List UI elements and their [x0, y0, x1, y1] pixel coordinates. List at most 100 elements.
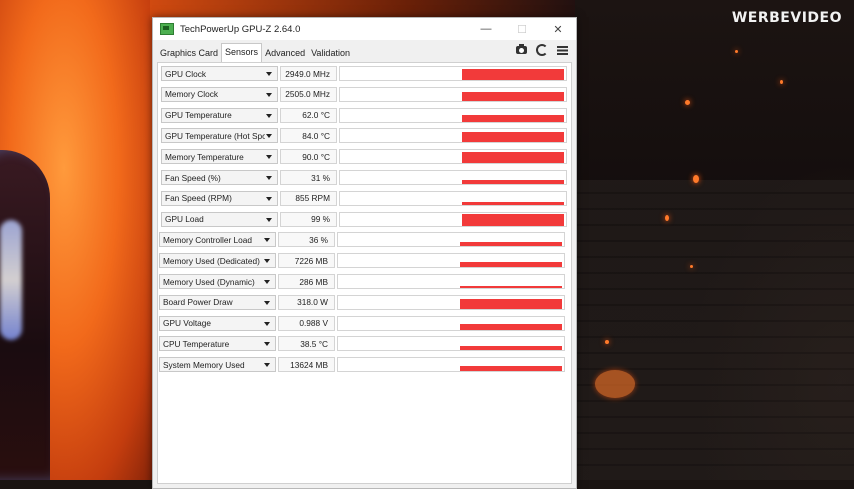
sensor-select[interactable]: GPU Clock: [161, 66, 278, 81]
close-button[interactable]: ✕: [540, 18, 576, 40]
background-left-art: [0, 0, 160, 480]
sensor-graph: [339, 190, 567, 206]
sensor-label: Memory Temperature: [165, 151, 244, 162]
sensor-select[interactable]: System Memory Used: [159, 357, 276, 373]
tab-sensors[interactable]: Sensors: [221, 43, 263, 62]
sensor-graph: [339, 211, 567, 227]
sensor-graph-fill: [462, 91, 564, 101]
minimize-button[interactable]: —: [468, 18, 504, 40]
sensor-graph: [337, 294, 565, 310]
sensor-select[interactable]: CPU Temperature: [159, 336, 276, 352]
toolbar-icons: [516, 44, 568, 56]
sensor-value: 38.5 °C: [278, 336, 335, 352]
tab-graphics-card[interactable]: Graphics Card: [157, 45, 221, 62]
sensor-row: Memory Clock 2505.0 MHz: [161, 86, 567, 103]
sensor-graph-fill: [462, 213, 564, 226]
sensor-graph-fill: [460, 323, 562, 330]
sensor-label: GPU Temperature (Hot Spot): [165, 130, 265, 141]
ember: [685, 100, 690, 105]
chevron-down-icon[interactable]: [264, 280, 270, 284]
chevron-down-icon[interactable]: [266, 92, 272, 97]
app-icon: [160, 23, 174, 35]
tab-validation[interactable]: Validation: [308, 45, 353, 62]
chevron-down-icon[interactable]: [266, 155, 272, 160]
sensor-label: Memory Used (Dynamic): [163, 276, 255, 287]
sensor-row: GPU Voltage 0.988 V: [159, 315, 565, 332]
sensor-label: Memory Controller Load: [163, 234, 252, 245]
sensor-select[interactable]: Memory Clock: [161, 86, 278, 102]
sensor-label: Board Power Draw: [163, 297, 233, 308]
tab-bar: Graphics Card Sensors Advanced Validatio…: [153, 40, 576, 62]
sensor-select[interactable]: GPU Temperature (Hot Spot): [161, 128, 278, 144]
sensor-value: 318.0 W: [278, 294, 335, 310]
chevron-down-icon[interactable]: [264, 363, 270, 368]
sensor-row: Memory Used (Dedicated) 7226 MB: [159, 252, 565, 269]
sensor-row: System Memory Used 13624 MB: [159, 356, 565, 373]
sensor-graph-fill: [460, 242, 562, 247]
chevron-down-icon[interactable]: [264, 238, 270, 243]
sensor-label: CPU Temperature: [163, 338, 230, 349]
sensor-select[interactable]: GPU Load: [161, 211, 278, 227]
sensor-label: Fan Speed (%): [165, 172, 221, 183]
sensor-select[interactable]: Memory Temperature: [161, 149, 278, 165]
sensor-select[interactable]: Memory Controller Load: [159, 232, 276, 248]
chevron-down-icon[interactable]: [266, 176, 272, 180]
sensor-select[interactable]: Board Power Draw: [159, 294, 276, 310]
sensor-select[interactable]: Memory Used (Dynamic): [159, 274, 276, 289]
sensor-row: Board Power Draw 318.0 W: [159, 294, 565, 311]
menu-icon[interactable]: [557, 45, 568, 55]
chevron-down-icon[interactable]: [264, 321, 270, 326]
ember: [665, 215, 669, 221]
sensor-row: Memory Temperature 90.0 °C: [161, 148, 567, 165]
ember: [690, 265, 693, 268]
chevron-down-icon[interactable]: [266, 134, 272, 139]
chevron-down-icon[interactable]: [266, 113, 272, 118]
sensor-row: GPU Load 99 %: [161, 211, 567, 228]
sensor-row: CPU Temperature 38.5 °C: [159, 335, 565, 352]
sensor-label: System Memory Used: [163, 359, 245, 370]
tab-advanced[interactable]: Advanced: [262, 45, 308, 62]
sensor-row: Fan Speed (RPM) 855 RPM: [161, 190, 567, 207]
chevron-down-icon[interactable]: [266, 72, 272, 76]
camera-icon[interactable]: [516, 44, 527, 54]
chevron-down-icon[interactable]: [266, 196, 272, 201]
refresh-icon[interactable]: [536, 44, 548, 56]
sensor-row: GPU Temperature 62.0 °C: [161, 107, 567, 124]
sensor-value: 2949.0 MHz: [280, 66, 337, 81]
maximize-button[interactable]: ☐: [504, 18, 540, 40]
chevron-down-icon[interactable]: [264, 300, 270, 305]
sensor-graph-fill: [462, 114, 564, 122]
sensor-graph: [337, 357, 565, 373]
sensor-value: 0.988 V: [278, 315, 335, 331]
sensor-graph: [337, 315, 565, 331]
chevron-down-icon[interactable]: [264, 342, 270, 347]
sensor-graph-fill: [462, 69, 564, 80]
window-title: TechPowerUp GPU-Z 2.64.0: [180, 23, 301, 35]
ember: [605, 340, 609, 344]
sensor-graph-fill: [460, 262, 562, 268]
sensor-select[interactable]: GPU Voltage: [159, 315, 276, 331]
sensor-graph: [339, 128, 567, 144]
sensor-value: 99 %: [280, 211, 337, 227]
sensor-select[interactable]: Memory Used (Dedicated): [159, 253, 276, 269]
title-bar[interactable]: TechPowerUp GPU-Z 2.64.0 — ☐ ✕: [153, 18, 576, 40]
sensor-row: Fan Speed (%) 31 %: [161, 169, 567, 186]
sensor-row: GPU Clock 2949.0 MHz: [161, 65, 567, 82]
sensor-select[interactable]: Fan Speed (RPM): [161, 190, 278, 206]
sensor-label: GPU Voltage: [163, 318, 211, 329]
sensors-panel: GPU Clock 2949.0 MHz Memory Clock 2505.0 MH…: [157, 62, 572, 484]
sensor-value: 31 %: [280, 170, 337, 185]
chevron-down-icon[interactable]: [266, 217, 272, 222]
sensor-select[interactable]: Fan Speed (%): [161, 170, 278, 185]
sensor-graph-fill: [462, 201, 564, 205]
sensor-label: Memory Used (Dedicated): [163, 255, 260, 266]
sensor-graph-fill: [460, 298, 562, 309]
background-wall: [575, 180, 854, 480]
background-right-art: [575, 0, 854, 480]
sensor-row: Memory Controller Load 36 %: [159, 231, 565, 248]
chevron-down-icon[interactable]: [264, 259, 270, 264]
sensor-select[interactable]: GPU Temperature: [161, 107, 278, 123]
ember: [693, 175, 699, 183]
sensor-graph: [339, 149, 567, 165]
ember: [735, 50, 738, 53]
